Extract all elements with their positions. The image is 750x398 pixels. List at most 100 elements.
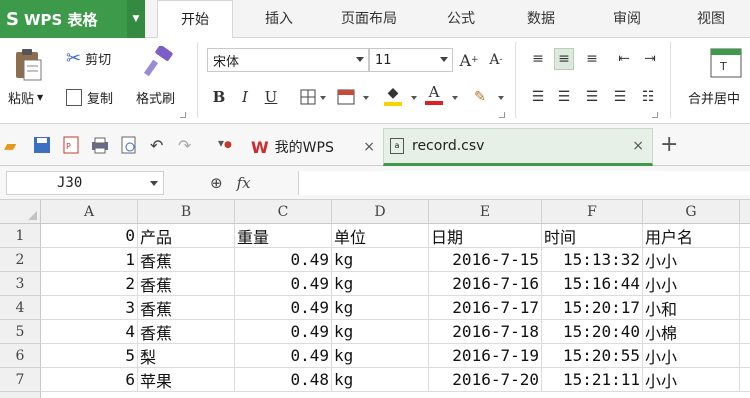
column-header-g[interactable]: G: [643, 200, 740, 224]
cut-button[interactable]: ✂ 剪切: [66, 48, 111, 69]
cell-h6[interactable]: [740, 344, 750, 368]
cell-f4[interactable]: 15:20:17: [542, 296, 643, 320]
print-preview-icon[interactable]: [120, 136, 138, 154]
tab-page-layout[interactable]: 页面布局: [327, 0, 411, 38]
distributed-align-icon[interactable]: ☷: [638, 86, 658, 108]
cell-g5[interactable]: 小棉: [643, 320, 740, 344]
column-header-d[interactable]: D: [332, 200, 429, 224]
open-folder-icon[interactable]: ▰: [4, 136, 22, 155]
undo-icon[interactable]: ↶: [150, 136, 168, 155]
new-tab-button[interactable]: +: [660, 132, 678, 157]
cell-c4[interactable]: 0.49: [235, 296, 332, 320]
bold-button[interactable]: B: [209, 86, 229, 108]
print-icon[interactable]: [91, 136, 109, 154]
row-header-7[interactable]: 7: [0, 368, 41, 392]
close-icon[interactable]: ×: [363, 139, 375, 155]
cell-c7[interactable]: 0.48: [235, 368, 332, 392]
format-painter-icon[interactable]: [142, 45, 176, 80]
column-header-b[interactable]: B: [138, 200, 235, 224]
cell-a6[interactable]: 5: [41, 344, 138, 368]
row-header-1[interactable]: 1: [0, 224, 41, 248]
cell-c2[interactable]: 0.49: [235, 248, 332, 272]
cell-g1[interactable]: 用户名: [643, 224, 740, 248]
column-header-h[interactable]: [740, 200, 750, 224]
cell-b7[interactable]: 苹果: [138, 368, 235, 392]
cell-f5[interactable]: 15:20:40: [542, 320, 643, 344]
merge-center-button[interactable]: 合并居中: [688, 88, 740, 107]
cell-g3[interactable]: 小小: [643, 272, 740, 296]
format-painter-button[interactable]: 格式刷: [136, 88, 175, 107]
align-top-icon[interactable]: ≡: [528, 48, 548, 70]
cell-d6[interactable]: kg: [332, 344, 429, 368]
alignment-dialog-launcher[interactable]: [652, 112, 658, 118]
align-center-icon[interactable]: ☰: [554, 86, 574, 108]
cell-h5[interactable]: [740, 320, 750, 344]
name-box[interactable]: J30: [6, 171, 164, 195]
row-header-4[interactable]: 4: [0, 296, 41, 320]
merge-center-icon[interactable]: T: [710, 48, 742, 78]
cell-b1[interactable]: 产品: [138, 224, 235, 248]
cell-e7[interactable]: 2016-7-20: [429, 368, 542, 392]
save-icon[interactable]: [33, 136, 51, 154]
cell-d1[interactable]: 单位: [332, 224, 429, 248]
cell-e3[interactable]: 2016-7-16: [429, 272, 542, 296]
paste-icon[interactable]: [10, 46, 46, 82]
cell-b5[interactable]: 香蕉: [138, 320, 235, 344]
cell-a4[interactable]: 3: [41, 296, 138, 320]
tab-my-wps[interactable]: W 我的WPS ×: [247, 128, 379, 166]
font-name-select[interactable]: 宋体: [207, 48, 369, 72]
cell-e4[interactable]: 2016-7-17: [429, 296, 542, 320]
cell-b2[interactable]: 香蕉: [138, 248, 235, 272]
copy-button[interactable]: 复制: [66, 88, 113, 107]
cell-h2[interactable]: [740, 248, 750, 272]
row-header-5[interactable]: 5: [0, 320, 41, 344]
cell-d7[interactable]: kg: [332, 368, 429, 392]
chevron-down-icon[interactable]: [498, 96, 504, 100]
tab-home[interactable]: 开始: [157, 0, 233, 39]
cell-c1[interactable]: 重量: [235, 224, 332, 248]
select-all-button[interactable]: [0, 200, 41, 224]
cell-h7[interactable]: [740, 368, 750, 392]
underline-button[interactable]: U: [261, 86, 281, 108]
wps-menu-button[interactable]: S WPS 表格 ▼: [0, 0, 145, 38]
redo-icon[interactable]: ↷: [178, 136, 196, 155]
row-header-3[interactable]: 3: [0, 272, 41, 296]
cell-g2[interactable]: 小小: [643, 248, 740, 272]
tab-data[interactable]: 数据: [510, 0, 572, 38]
align-right-icon[interactable]: ☰: [582, 86, 602, 108]
cell-g6[interactable]: 小小: [643, 344, 740, 368]
cell-c5[interactable]: 0.49: [235, 320, 332, 344]
align-middle-icon[interactable]: ≡: [554, 48, 574, 70]
tab-view[interactable]: 视图: [680, 0, 742, 38]
cell-d4[interactable]: kg: [332, 296, 429, 320]
clear-format-icon[interactable]: ✎: [470, 86, 490, 108]
cell-e6[interactable]: 2016-7-19: [429, 344, 542, 368]
formula-input[interactable]: [298, 171, 750, 195]
font-color-icon[interactable]: A: [424, 84, 444, 106]
cell-b4[interactable]: 香蕉: [138, 296, 235, 320]
column-header-f[interactable]: F: [542, 200, 643, 224]
cell-b3[interactable]: 香蕉: [138, 272, 235, 296]
column-header-a[interactable]: A: [41, 200, 138, 224]
cell-f1[interactable]: 时间: [542, 224, 643, 248]
cell-g4[interactable]: 小和: [643, 296, 740, 320]
italic-button[interactable]: I: [235, 86, 255, 108]
clipboard-dialog-launcher[interactable]: [180, 112, 186, 118]
cell-h4[interactable]: [740, 296, 750, 320]
insert-function-button[interactable]: fx: [237, 174, 251, 192]
cell-c3[interactable]: 0.49: [235, 272, 332, 296]
row-header-6[interactable]: 6: [0, 344, 41, 368]
cell-a7[interactable]: 6: [41, 368, 138, 392]
justify-icon[interactable]: ☰: [610, 86, 630, 108]
column-header-e[interactable]: E: [429, 200, 542, 224]
cell-a3[interactable]: 2: [41, 272, 138, 296]
column-header-c[interactable]: C: [235, 200, 332, 224]
chevron-down-icon[interactable]: [411, 96, 417, 100]
chevron-down-icon[interactable]: ▼: [127, 0, 145, 38]
chevron-down-icon[interactable]: [320, 96, 326, 100]
chevron-down-icon[interactable]: [452, 96, 458, 100]
row-header-2[interactable]: 2: [0, 248, 41, 272]
cell-e2[interactable]: 2016-7-15: [429, 248, 542, 272]
borders-icon[interactable]: [298, 86, 318, 108]
fill-color-icon[interactable]: ◆: [383, 84, 403, 106]
